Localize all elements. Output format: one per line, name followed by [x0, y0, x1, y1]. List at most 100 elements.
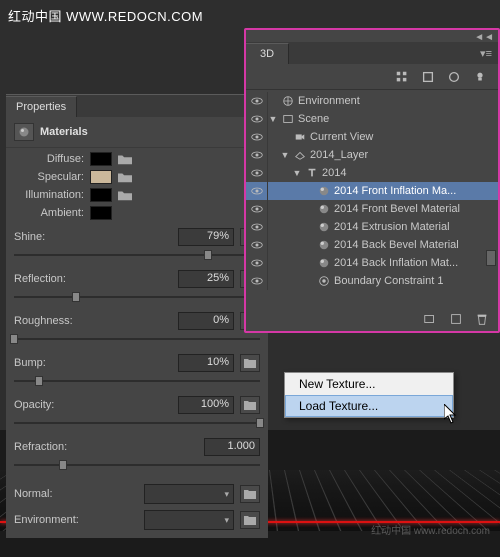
disclosure-triangle-icon[interactable]: ▼	[268, 114, 278, 124]
visibility-toggle-icon[interactable]	[246, 146, 268, 164]
reflection-value[interactable]: 25%	[178, 270, 234, 288]
tree-item[interactable]: 2014 Front Inflation Ma...	[246, 182, 498, 200]
ambient-swatch[interactable]	[90, 206, 112, 220]
tree-item-label: Environment	[298, 95, 360, 107]
visibility-toggle-icon[interactable]	[246, 218, 268, 236]
tree-item[interactable]: ▼ 2014	[246, 164, 498, 182]
illumination-label: Illumination:	[14, 189, 84, 201]
opacity-label: Opacity:	[14, 399, 100, 411]
tree-item[interactable]: Environment	[246, 92, 498, 110]
visibility-toggle-icon[interactable]	[246, 182, 268, 200]
mesh-icon	[293, 148, 307, 162]
normal-texture-button[interactable]	[240, 485, 260, 503]
environment-texture-button[interactable]	[240, 511, 260, 529]
3d-panel-toolbar	[246, 64, 498, 90]
filter-materials-icon[interactable]	[446, 69, 462, 85]
roughness-row: Roughness: 0%	[14, 312, 260, 346]
trash-icon[interactable]	[474, 311, 490, 327]
panel-collapse-icon[interactable]: ◄◄	[474, 32, 494, 43]
tab-properties[interactable]: Properties	[6, 96, 77, 117]
tab-3d[interactable]: 3D	[246, 43, 289, 64]
roughness-value[interactable]: 0%	[178, 312, 234, 330]
reflection-row: Reflection: 25%	[14, 270, 260, 304]
ambient-label: Ambient:	[14, 207, 84, 219]
visibility-toggle-icon[interactable]	[246, 272, 268, 290]
visibility-toggle-icon[interactable]	[246, 164, 268, 182]
watermark-small: 红动中国 www.redocn.com	[371, 522, 490, 537]
visibility-toggle-icon[interactable]	[246, 254, 268, 272]
materials-icon	[14, 123, 34, 141]
opacity-texture-button[interactable]	[240, 396, 260, 414]
visibility-toggle-icon[interactable]	[246, 110, 268, 128]
normal-label: Normal:	[14, 488, 53, 500]
environment-label: Environment:	[14, 514, 79, 526]
properties-tabbar: Properties ▾≡	[6, 95, 268, 117]
visibility-toggle-icon[interactable]	[246, 236, 268, 254]
diffuse-swatch[interactable]	[90, 152, 112, 166]
diffuse-texture-button[interactable]	[118, 153, 132, 165]
tree-item-label: 2014	[322, 167, 346, 179]
filter-scene-icon[interactable]	[394, 69, 410, 85]
shine-slider[interactable]	[14, 248, 260, 262]
tree-item-label: 2014 Front Bevel Material	[334, 203, 460, 215]
specular-swatch[interactable]	[90, 170, 112, 184]
visibility-toggle-icon[interactable]	[246, 128, 268, 146]
specular-label: Specular:	[14, 171, 84, 183]
visibility-toggle-icon[interactable]	[246, 92, 268, 110]
tree-item-label: Current View	[310, 131, 373, 143]
opacity-row: Opacity: 100%	[14, 396, 260, 430]
constraint-icon	[317, 274, 331, 288]
roughness-slider[interactable]	[14, 332, 260, 346]
add-layer-icon[interactable]	[422, 311, 438, 327]
filter-meshes-icon[interactable]	[420, 69, 436, 85]
refraction-slider[interactable]	[14, 458, 260, 472]
bump-value[interactable]: 10%	[178, 354, 234, 372]
illumination-swatch[interactable]	[90, 188, 112, 202]
properties-panel: Properties ▾≡ Materials Diffuse: Specula…	[6, 94, 268, 538]
tree-item[interactable]: 2014 Extrusion Material	[246, 218, 498, 236]
mat-icon	[317, 238, 331, 252]
context-menu-item[interactable]: Load Texture...	[285, 395, 453, 417]
diffuse-label: Diffuse:	[14, 153, 84, 165]
filter-lights-icon[interactable]	[472, 69, 488, 85]
visibility-toggle-icon[interactable]	[246, 200, 268, 218]
mat-icon	[317, 202, 331, 216]
tree-item-label: 2014_Layer	[310, 149, 368, 161]
context-menu-item[interactable]: New Texture...	[285, 373, 453, 395]
reflection-slider[interactable]	[14, 290, 260, 304]
3d-panel-menu-icon[interactable]: ▾≡	[474, 47, 498, 60]
tree-item[interactable]: Current View	[246, 128, 498, 146]
shine-row: Shine: 79%	[14, 228, 260, 262]
mouse-cursor-icon	[444, 404, 458, 427]
mat-icon	[317, 256, 331, 270]
bump-texture-button[interactable]	[240, 354, 260, 372]
bump-slider[interactable]	[14, 374, 260, 388]
normal-dropdown[interactable]: ▾	[144, 484, 234, 504]
new-icon[interactable]	[448, 311, 464, 327]
3d-scene-tree[interactable]: Environment ▼Scene Current View ▼ 2014_Layer…	[246, 90, 498, 292]
disclosure-triangle-icon[interactable]: ▼	[280, 150, 290, 160]
tree-item[interactable]: 2014 Front Bevel Material	[246, 200, 498, 218]
tree-item[interactable]: 2014 Back Bevel Material	[246, 236, 498, 254]
opacity-value[interactable]: 100%	[178, 396, 234, 414]
tree-item[interactable]: ▼ 2014_Layer	[246, 146, 498, 164]
tree-scrollbar[interactable]	[486, 250, 496, 266]
tree-item[interactable]: 2014 Back Inflation Mat...	[246, 254, 498, 272]
disclosure-triangle-icon[interactable]: ▼	[292, 168, 302, 178]
reflection-label: Reflection:	[14, 273, 100, 285]
refraction-value[interactable]: 1.000	[204, 438, 260, 456]
tree-item-label: 2014 Extrusion Material	[334, 221, 450, 233]
tree-item-label: 2014 Back Bevel Material	[334, 239, 459, 251]
environment-dropdown[interactable]: ▾	[144, 510, 234, 530]
3d-panel: ◄◄ 3D ▾≡ Environment ▼Scene Current View ▼ 2…	[244, 28, 500, 333]
tree-item-label: Boundary Constraint 1	[334, 275, 443, 287]
roughness-label: Roughness:	[14, 315, 100, 327]
tree-item[interactable]: ▼Scene	[246, 110, 498, 128]
scene-icon	[281, 112, 295, 126]
tree-item[interactable]: Boundary Constraint 1	[246, 272, 498, 290]
shine-value[interactable]: 79%	[178, 228, 234, 246]
text3d-icon	[305, 166, 319, 180]
illumination-texture-button[interactable]	[118, 189, 132, 201]
specular-texture-button[interactable]	[118, 171, 132, 183]
opacity-slider[interactable]	[14, 416, 260, 430]
